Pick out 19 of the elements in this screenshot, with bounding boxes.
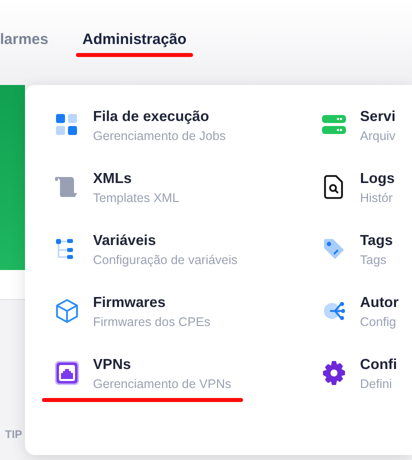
menu-item[interactable]: Variáveis Configuração de variáveis <box>42 231 250 278</box>
nav-tab[interactable]: larmes <box>0 28 48 52</box>
settings-icon <box>321 360 347 386</box>
nav-tab[interactable]: Administração <box>82 28 187 52</box>
menu-item[interactable]: Tags Tags <box>309 231 405 278</box>
grid-icon <box>54 112 80 138</box>
tag-icon <box>321 236 347 262</box>
menu-item[interactable]: Autor Config <box>309 293 411 340</box>
menu-item[interactable]: Fila de execução Gerenciamento de Jobs <box>42 107 238 154</box>
cube-icon <box>54 298 80 324</box>
menu-item[interactable]: Firmwares Firmwares dos CPEs <box>42 293 222 340</box>
menu-item[interactable]: Confi Defini <box>309 355 410 402</box>
menu-item[interactable]: Servi Arquiv <box>309 107 408 154</box>
ethernet-port-icon <box>54 360 80 386</box>
menu-item[interactable]: VPNs Gerenciamento de VPNs <box>42 355 244 402</box>
column-header: TIP <box>4 428 22 443</box>
scroll-icon <box>54 174 80 200</box>
menu-item[interactable]: Logs Histór <box>309 169 407 216</box>
menu-item[interactable]: XMLs Templates XML <box>42 169 192 216</box>
